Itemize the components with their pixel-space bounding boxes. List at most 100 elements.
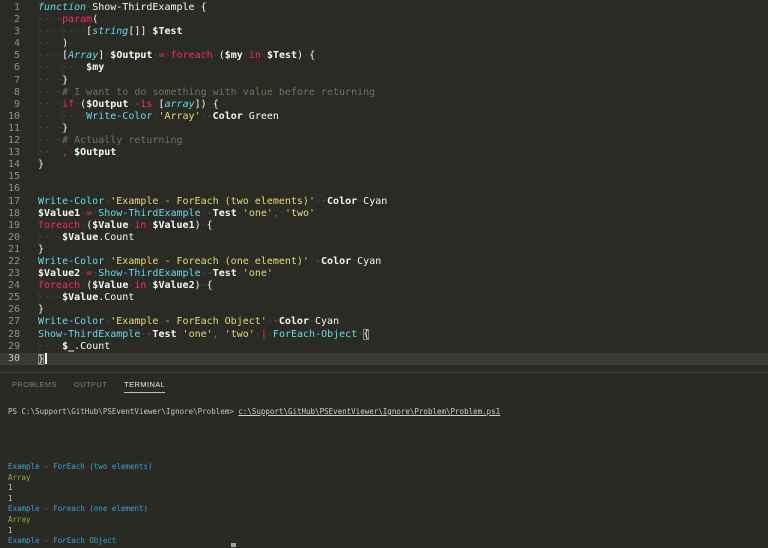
code-text: ····$_.Count (38, 341, 768, 353)
code-text: $Value2·=·Show-ThirdExample·-Test·'one' (38, 268, 768, 280)
indent-guide (38, 87, 39, 99)
line-number[interactable]: 19 (0, 220, 20, 232)
code-text: ····if·($Output·-is·[array])·{ (38, 99, 768, 111)
line-number[interactable]: 29 (0, 341, 20, 353)
code-text: $Value1·=·Show-ThirdExample·-Test·'one',… (38, 208, 768, 220)
code-line: 2 ····param( (0, 14, 768, 26)
code-line: 27 Write-Color·'Example - ForEach Object'… (0, 316, 768, 328)
code-line: 1function·Show-ThirdExample·{ (0, 2, 768, 14)
line-number[interactable]: 28 (0, 329, 20, 341)
line-number[interactable]: 12 (0, 135, 20, 147)
indent-guide (38, 38, 39, 50)
line-number[interactable]: 6 (0, 62, 20, 74)
code-text: ········[string[]]·$Test (38, 26, 768, 38)
code-text: Show-ThirdExample·-Test·'one',·'two'·|·F… (38, 329, 768, 341)
vscode-window: 1function·Show-ThirdExample·{2 ····param(… (0, 0, 768, 548)
tab-terminal[interactable]: TERMINAL (124, 376, 165, 393)
line-number[interactable]: 20 (0, 232, 20, 244)
terminal-output-line: 1 (8, 483, 153, 494)
code-text: } (38, 304, 768, 316)
code-line: 9 ····if·($Output·-is·[array])·{ (0, 99, 768, 111)
line-number[interactable]: 7 (0, 75, 20, 87)
code-text: ····# I want to do something with value … (38, 87, 768, 99)
line-number[interactable]: 23 (0, 268, 20, 280)
code-line: 25 ····$Value.Count (0, 292, 768, 304)
code-line: 24 foreach·($Value·in·$Value2)·{ (0, 280, 768, 292)
code-text: ····# Actually returning (38, 135, 768, 147)
line-number[interactable]: 18 (0, 208, 20, 220)
code-text: ····} (38, 75, 768, 87)
line-number[interactable]: 5 (0, 50, 20, 62)
terminal-cursor (231, 543, 236, 547)
code-line: 26} (0, 304, 768, 316)
line-number[interactable]: 27 (0, 316, 20, 328)
code-line: 20····$Value.Count (0, 232, 768, 244)
code-text: Write-Color·'Example - ForEach Object'·-… (38, 316, 768, 328)
line-number[interactable]: 17 (0, 196, 20, 208)
terminal-command-link[interactable]: c:\Support\GitHub\PSEventViewer\Ignore\P… (238, 407, 500, 416)
code-text: ····,·$Output (38, 147, 768, 159)
line-number[interactable]: 16 (0, 183, 20, 195)
line-number[interactable]: 11 (0, 123, 20, 135)
indent-guide (62, 62, 63, 74)
line-number[interactable]: 24 (0, 280, 20, 292)
indent-guide (62, 111, 63, 123)
code-text: ····[Array]·$Output·=·foreach·($my·in·$T… (38, 50, 768, 62)
line-number[interactable]: 25 (0, 292, 20, 304)
indent-guide (38, 292, 39, 304)
line-number[interactable]: 26 (0, 304, 20, 316)
code-text: foreach·($Value·in·$Value2)·{ (38, 280, 768, 292)
bottom-panel: PROBLEMS OUTPUT TERMINAL PS C:\Support\Git… (0, 373, 768, 547)
line-number[interactable]: 14 (0, 159, 20, 171)
line-number[interactable]: 1 (0, 2, 20, 14)
line-number[interactable]: 22 (0, 256, 20, 268)
code-text: } (38, 159, 768, 171)
indent-guide (38, 232, 39, 244)
terminal-output-line: Example - ForEach (two elements) (8, 462, 153, 473)
code-text: } (38, 353, 768, 366)
code-text: ····$Value.Count (38, 292, 768, 304)
code-line: 12 ····# Actually returning (0, 135, 768, 147)
code-line: 16 (0, 183, 768, 195)
code-line: 21} (0, 244, 768, 256)
line-number[interactable]: 15 (0, 171, 20, 183)
indent-guide (38, 99, 39, 111)
terminal-output: Example - ForEach (two elements)Array11E… (8, 462, 153, 548)
code-text: Write-Color·'Example - ForEach (two elem… (38, 196, 768, 208)
terminal-output-line: Array (8, 515, 153, 526)
line-number[interactable]: 8 (0, 87, 20, 99)
code-line: 5 ····[Array]·$Output·=·foreach·($my·in·$… (0, 50, 768, 62)
line-number[interactable]: 13 (0, 147, 20, 159)
line-number[interactable]: 30 (0, 353, 20, 365)
terminal-output-line: Array (8, 473, 153, 484)
code-text: ····)·· (38, 38, 768, 50)
tab-output[interactable]: OUTPUT (74, 376, 107, 393)
code-line: 23 $Value2·=·Show-ThirdExample·-Test·'one… (0, 268, 768, 280)
indent-guide (38, 123, 39, 135)
line-number[interactable]: 3 (0, 26, 20, 38)
line-number[interactable]: 4 (0, 38, 20, 50)
code-line: 22 Write-Color·'Example - Foreach (one el… (0, 256, 768, 268)
code-text: } (38, 244, 768, 256)
panel-tab-bar: PROBLEMS OUTPUT TERMINAL (0, 373, 768, 396)
line-number[interactable]: 2 (0, 14, 20, 26)
line-number[interactable]: 9 (0, 99, 20, 111)
terminal[interactable]: PS C:\Support\GitHub\PSEventViewer\Ignor… (0, 396, 768, 547)
line-number[interactable]: 10 (0, 111, 20, 123)
code-text: Write-Color·'Example - Foreach (one elem… (38, 256, 768, 268)
code-line: 14} (0, 159, 768, 171)
code-line: 19foreach·($Value·in·$Value1)·{ (0, 220, 768, 232)
code-editor[interactable]: 1function·Show-ThirdExample·{2 ····param(… (0, 0, 768, 373)
code-line: 28 Show-ThirdExample·-Test·'one',·'two'·|… (0, 329, 768, 341)
editor-cursor (45, 353, 47, 364)
code-line: 4 ····)·· (0, 38, 768, 50)
code-line: 18 $Value1·=·Show-ThirdExample·-Test·'one… (0, 208, 768, 220)
code-line: 13 ····,·$Output (0, 147, 768, 159)
line-number[interactable]: 21 (0, 244, 20, 256)
indent-guide (38, 62, 39, 74)
code-line: 29 ····$_.Count (0, 341, 768, 353)
tab-problems[interactable]: PROBLEMS (12, 376, 57, 393)
terminal-output-line: 1 (8, 494, 153, 505)
code-text: ····param( (38, 14, 768, 26)
indent-guide (38, 14, 39, 26)
